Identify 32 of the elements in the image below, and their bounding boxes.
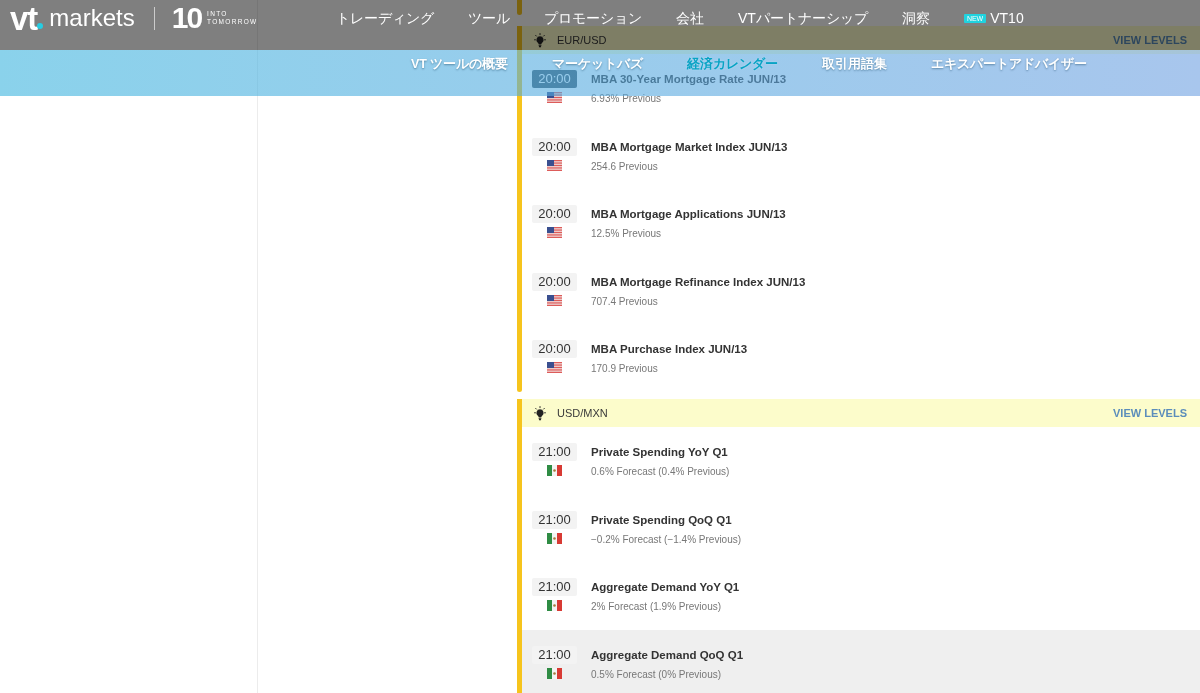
event-detail: −0.2% Forecast (−1.4% Previous) bbox=[591, 533, 742, 546]
event-title: Aggregate Demand YoY Q1 bbox=[591, 580, 740, 595]
event-time: 21:00 bbox=[532, 510, 577, 529]
event-time: 20:00 bbox=[532, 205, 577, 223]
event-title: MBA 30-Year Mortgage Rate JUN/13 bbox=[591, 72, 787, 87]
event-detail: 6.93% Previous bbox=[591, 93, 663, 105]
event-title: MBA Mortgage Applications JUN/13 bbox=[591, 207, 786, 222]
event-detail: 12.5% Previous bbox=[591, 228, 663, 240]
event-time: 20:00 bbox=[532, 70, 577, 88]
event-time: 21:00 bbox=[532, 645, 577, 664]
event-detail: 2% Forecast (1.9% Previous) bbox=[591, 601, 723, 613]
event-title: Aggregate Demand QoQ Q1 bbox=[591, 647, 744, 663]
currency-pair-label: EUR/USD bbox=[557, 32, 607, 48]
logo-mark: vt bbox=[10, 1, 38, 35]
event-time: 21:00 bbox=[532, 443, 577, 461]
event-title: MBA Mortgage Refinance Index JUN/13 bbox=[591, 274, 806, 290]
logo-wordmark: markets bbox=[49, 6, 135, 30]
event-time: 20:00 bbox=[532, 340, 577, 358]
event-time: 20:00 bbox=[532, 272, 577, 291]
event-time: 21:00 bbox=[532, 578, 577, 596]
event-title: Private Spending QoQ Q1 bbox=[591, 512, 733, 528]
anniversary-logo-number: 10 bbox=[171, 3, 202, 33]
event-detail: 254.6 Previous bbox=[591, 160, 659, 173]
event-detail: 0.6% Forecast (0.4% Previous) bbox=[591, 466, 730, 478]
event-detail: 707.4 Previous bbox=[591, 295, 659, 308]
event-title: MBA Mortgage Market Index JUN/13 bbox=[591, 139, 788, 155]
event-time: 20:00 bbox=[532, 137, 577, 156]
event-title: Private Spending YoY Q1 bbox=[591, 445, 729, 460]
event-detail: 0.5% Forecast (0% Previous) bbox=[591, 668, 723, 681]
event-title: MBA Purchase Index JUN/13 bbox=[591, 342, 748, 357]
event-detail: 170.9 Previous bbox=[591, 363, 659, 375]
currency-pair-label: USD/MXN bbox=[557, 405, 608, 421]
